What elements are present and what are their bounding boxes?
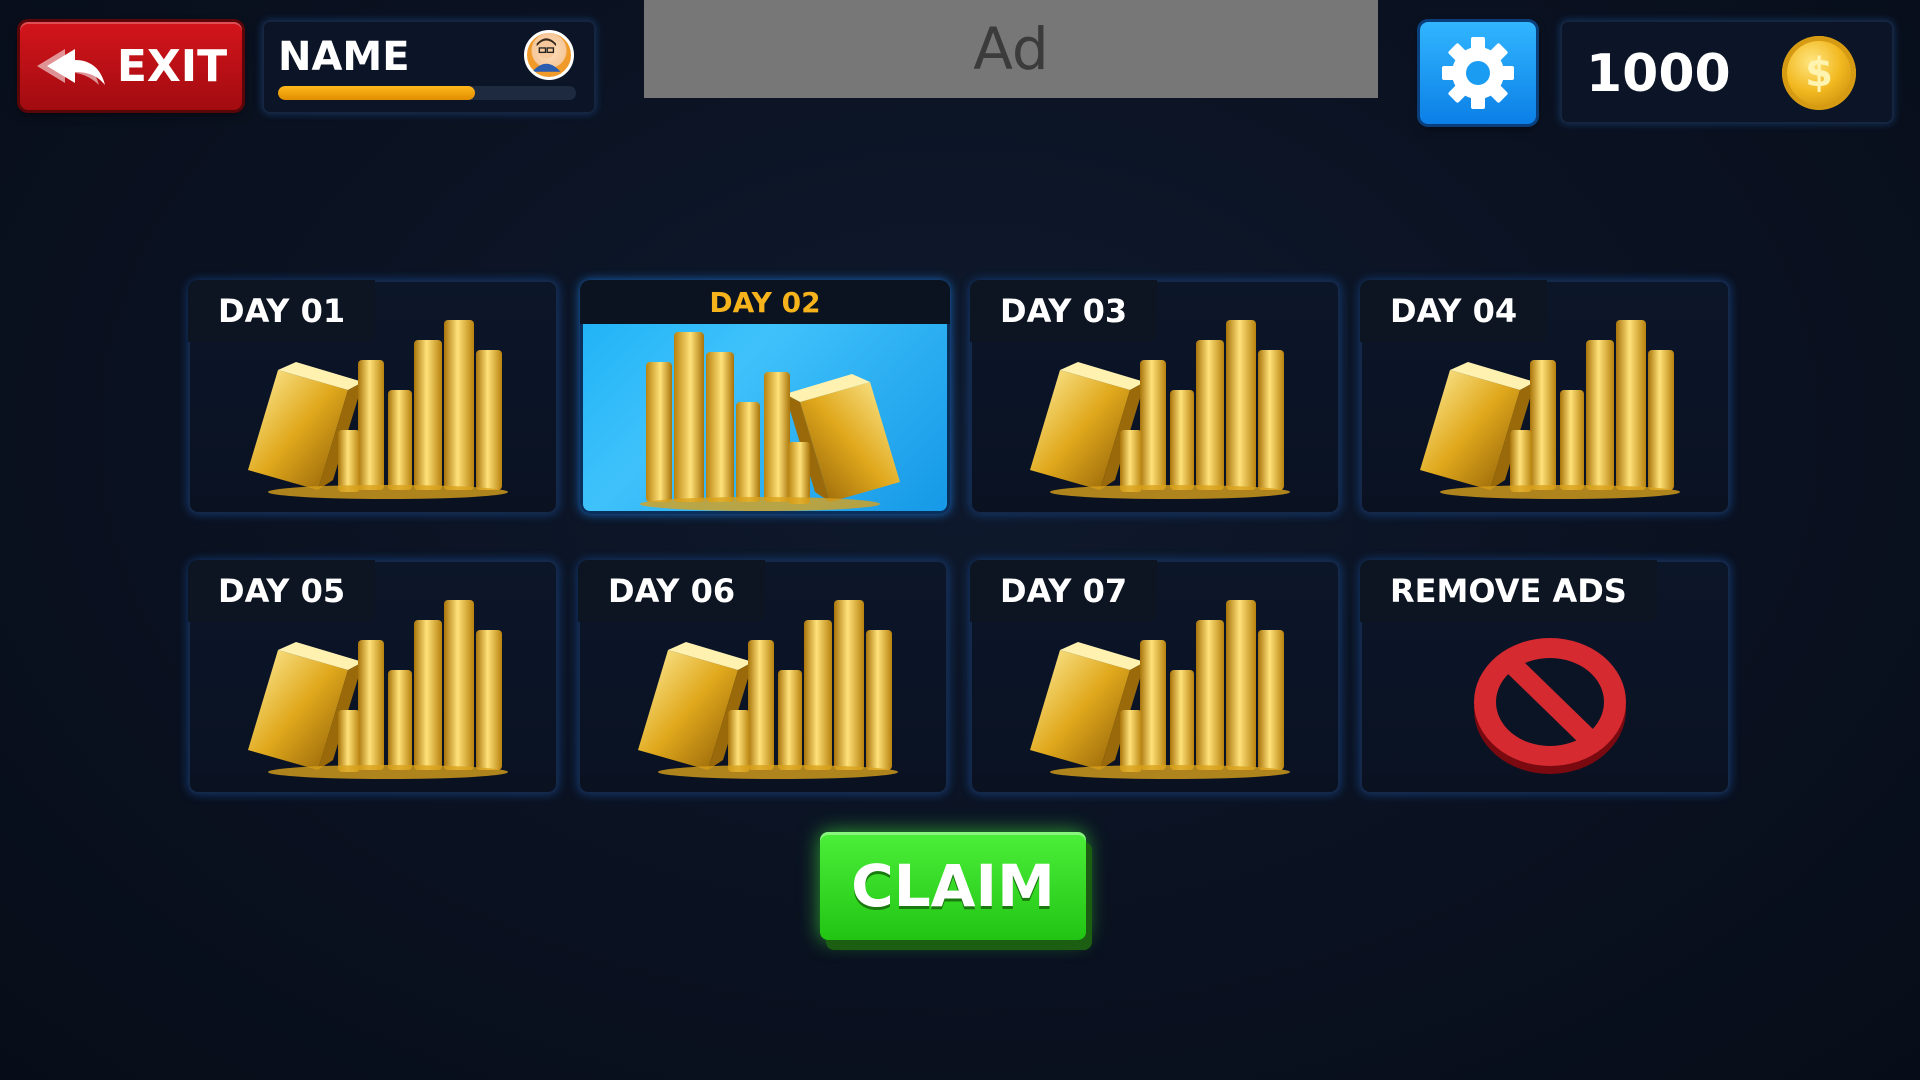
gold-stack-icon — [248, 320, 508, 499]
settings-button[interactable] — [1420, 22, 1536, 124]
coin-balance: 1000 — [1586, 44, 1731, 104]
exit-label: EXIT — [116, 40, 228, 92]
back-arrows-icon — [36, 49, 105, 85]
no-sign-icon — [1474, 638, 1626, 774]
exit-button[interactable]: EXIT — [20, 22, 242, 110]
gold-stack-icon — [640, 332, 900, 511]
card-label: DAY 05 — [188, 560, 376, 622]
gold-stack-icon — [1030, 600, 1290, 779]
gold-stack-icon — [1420, 320, 1680, 499]
ad-banner[interactable]: Ad — [644, 0, 1378, 98]
claim-label: CLAIM — [851, 852, 1055, 920]
day-reward-card[interactable]: DAY 01 — [188, 280, 558, 514]
day-reward-card[interactable]: DAY 07 — [970, 560, 1340, 794]
coins-panel: 1000 $ — [1560, 20, 1894, 124]
player-panel: NAME — [262, 20, 596, 114]
coin-symbol: $ — [1805, 50, 1833, 96]
gear-icon — [1442, 37, 1514, 109]
xp-bar-fill — [278, 86, 475, 100]
card-label: DAY 01 — [188, 280, 376, 342]
card-label: DAY 07 — [970, 560, 1158, 622]
card-label: DAY 03 — [970, 280, 1158, 342]
card-label: DAY 02 — [580, 280, 950, 324]
gold-stack-icon — [248, 600, 508, 779]
card-label: DAY 06 — [578, 560, 766, 622]
day-reward-card[interactable]: DAY 04 — [1360, 280, 1730, 514]
claim-button[interactable]: CLAIM — [820, 832, 1086, 940]
player-name: NAME — [278, 34, 410, 80]
xp-bar — [278, 86, 576, 100]
day-reward-card[interactable]: DAY 02 — [580, 280, 950, 514]
avatar-icon[interactable] — [524, 30, 574, 80]
ad-label: Ad — [973, 15, 1049, 83]
day-reward-card[interactable]: DAY 06 — [578, 560, 948, 794]
day-reward-card[interactable]: DAY 03 — [970, 280, 1340, 514]
gold-stack-icon — [1030, 320, 1290, 499]
coin-icon: $ — [1782, 36, 1856, 110]
remove-ads-card[interactable]: REMOVE ADS — [1360, 560, 1730, 794]
gold-stack-icon — [638, 600, 898, 779]
card-label: REMOVE ADS — [1360, 560, 1657, 622]
card-label: DAY 04 — [1360, 280, 1548, 342]
day-reward-card[interactable]: DAY 05 — [188, 560, 558, 794]
